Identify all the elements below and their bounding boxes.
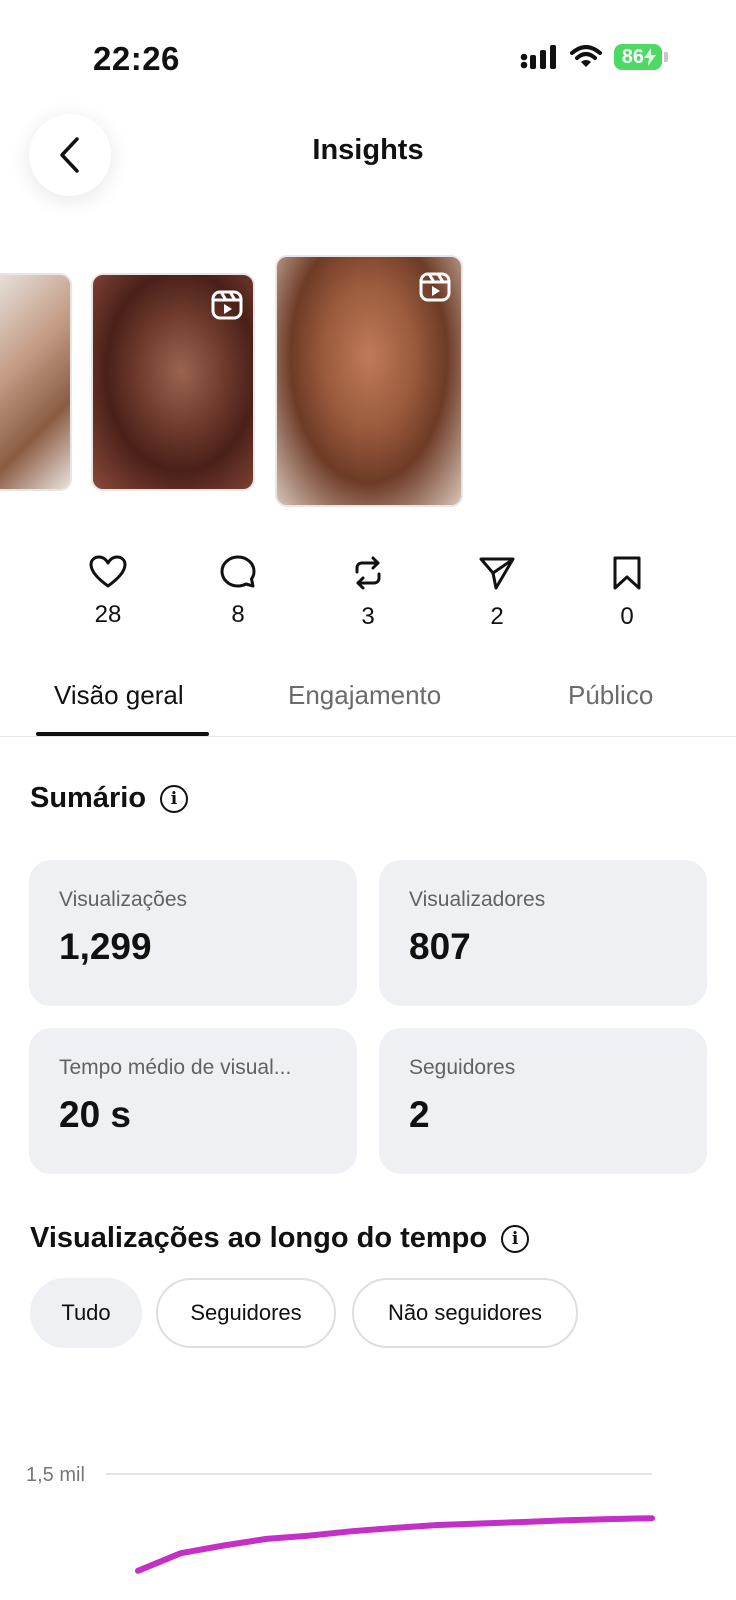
saves-count: 0 — [620, 603, 634, 630]
battery-indicator: 86 — [613, 44, 668, 70]
comment-icon — [220, 555, 256, 588]
card-value: 807 — [409, 926, 471, 967]
filter-chip-all[interactable]: Tudo — [30, 1278, 142, 1348]
filter-chip-non-followers[interactable]: Não seguidores — [352, 1278, 578, 1348]
repost-icon — [355, 556, 381, 590]
likes-stat: 28 — [68, 555, 148, 629]
info-icon[interactable]: i — [501, 1224, 530, 1253]
shares-count: 2 — [490, 603, 504, 630]
battery-tip — [664, 52, 668, 62]
viewers-card: Visualizadores 807 — [379, 860, 707, 1006]
battery-percent: 86 — [621, 45, 644, 68]
post-thumbnail-previous-2[interactable] — [0, 273, 72, 491]
share-icon — [479, 557, 515, 590]
views-over-time-heading: Visualizações ao longo do tempo i — [30, 1222, 530, 1255]
followers-card: Seguidores 2 — [379, 1028, 707, 1174]
wifi-icon — [569, 45, 602, 67]
card-value: 2 — [409, 1094, 430, 1135]
card-label: Seguidores — [409, 1056, 516, 1079]
status-icons: 86 — [520, 44, 668, 70]
post-stats-row: 28 8 3 2 0 — [0, 555, 736, 645]
chart-y-tick-label: 1,5 mil — [26, 1464, 85, 1486]
card-label: Tempo médio de visual... — [59, 1056, 292, 1079]
card-value: 20 s — [59, 1094, 132, 1135]
post-thumbnail-previous-1[interactable] — [91, 273, 255, 491]
filter-chip-followers[interactable]: Seguidores — [156, 1278, 336, 1348]
likes-count: 28 — [94, 601, 122, 628]
chart-series-line — [135, 1515, 655, 1574]
heart-icon — [89, 555, 127, 588]
tab-audience[interactable]: Público — [568, 680, 653, 711]
cellular-signal-icon — [520, 45, 556, 69]
saves-stat: 0 — [587, 555, 667, 631]
insights-tabs: Visão geral Engajamento Público — [0, 660, 736, 737]
card-value: 1,299 — [59, 926, 152, 967]
reels-icon — [211, 290, 243, 320]
views-over-time-chart: 1,5 mil — [26, 1464, 655, 1574]
info-icon[interactable]: i — [160, 784, 189, 813]
shares-stat: 2 — [457, 555, 537, 631]
post-thumbnail-selected[interactable] — [275, 255, 463, 507]
battery-level: 86 — [613, 44, 662, 70]
reposts-stat: 3 — [328, 555, 408, 631]
page-title: Insights — [312, 134, 424, 166]
views-card: Visualizações 1,299 — [29, 860, 357, 1006]
status-time: 22:26 — [93, 40, 180, 77]
post-thumbnails-carousel[interactable] — [0, 255, 736, 510]
tab-engagement[interactable]: Engajamento — [288, 680, 441, 711]
comments-count: 8 — [231, 601, 245, 628]
status-bar: 22:26 86 — [0, 0, 736, 110]
reposts-count: 3 — [361, 603, 375, 630]
card-label: Visualizações — [59, 888, 188, 911]
charging-bolt-icon — [644, 48, 656, 66]
summary-title: Sumário — [30, 782, 147, 814]
avg-watch-time-card: Tempo médio de visual... 20 s — [29, 1028, 357, 1174]
tab-overview[interactable]: Visão geral — [54, 680, 184, 711]
reels-icon — [419, 272, 451, 302]
card-label: Visualizadores — [409, 888, 546, 911]
summary-heading: Sumário i — [30, 782, 189, 815]
active-tab-indicator — [36, 732, 209, 736]
bookmark-icon — [613, 556, 641, 590]
views-over-time-title: Visualizações ao longo do tempo — [30, 1222, 488, 1254]
comments-stat: 8 — [198, 555, 278, 629]
